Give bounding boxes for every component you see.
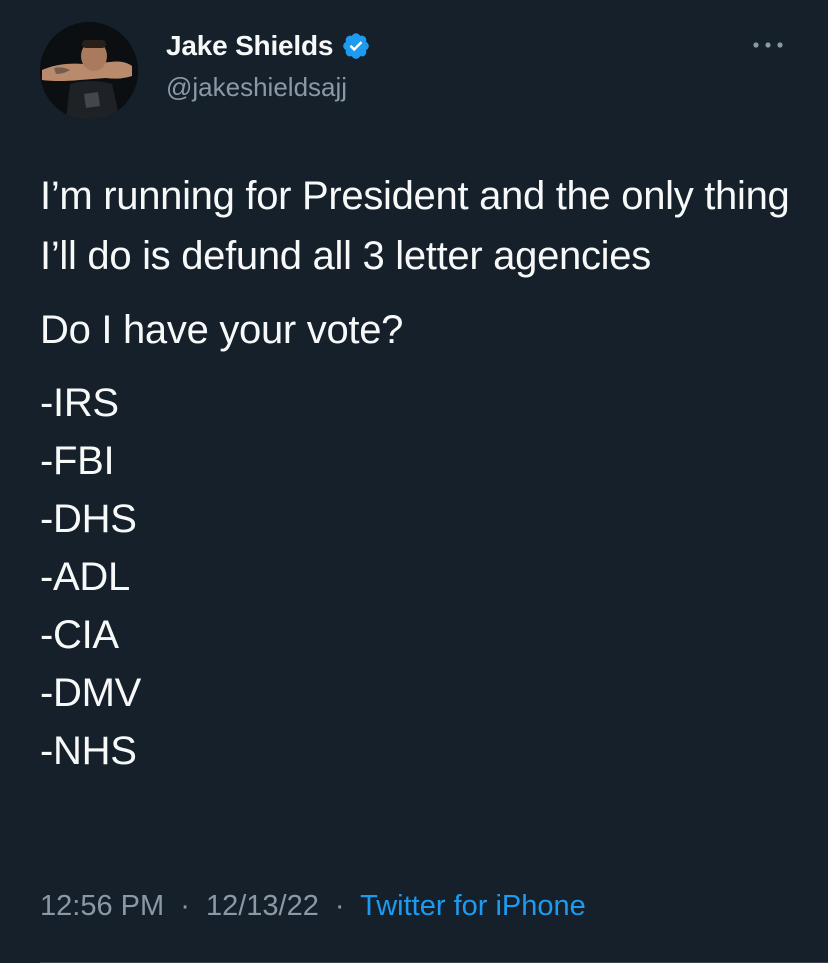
author-name-row[interactable]: Jake Shields bbox=[166, 28, 371, 64]
list-item: -DMV bbox=[40, 671, 142, 715]
separator-dot: · bbox=[334, 890, 345, 922]
list-item: -ADL bbox=[40, 555, 130, 599]
list-item: -IRS bbox=[40, 381, 119, 425]
tweet-text: I’m running for President and the only t… bbox=[40, 166, 800, 780]
list-item: -FBI bbox=[40, 439, 115, 483]
tweet-date[interactable]: 12/13/22 bbox=[206, 890, 319, 922]
author-handle[interactable]: @jakeshieldsajj bbox=[166, 72, 347, 103]
tweet-time[interactable]: 12:56 PM bbox=[40, 890, 164, 922]
tweet-paragraph: Do I have your vote? bbox=[40, 308, 404, 352]
avatar[interactable] bbox=[40, 22, 138, 120]
agency-list: -IRS -FBI -DHS -ADL -CIA -DMV -NHS bbox=[40, 374, 800, 780]
more-horizontal-icon bbox=[753, 42, 783, 48]
tweet-source-link[interactable]: Twitter for iPhone bbox=[360, 890, 586, 922]
tweet-card: Jake Shields @jakeshieldsajj I’m running… bbox=[0, 0, 828, 963]
separator-dot: · bbox=[180, 890, 190, 922]
profile-photo-icon bbox=[40, 22, 138, 120]
list-item: -DHS bbox=[40, 497, 137, 541]
verified-badge-icon bbox=[341, 31, 371, 61]
tweet-metadata: 12:56 PM · 12/13/22 · Twitter for iPhone bbox=[40, 890, 586, 923]
list-item: -CIA bbox=[40, 613, 119, 657]
list-item: -NHS bbox=[40, 729, 137, 773]
display-name[interactable]: Jake Shields bbox=[166, 30, 333, 62]
more-options-button[interactable] bbox=[748, 30, 788, 60]
tweet-paragraph: I’m running for President and the only t… bbox=[40, 174, 790, 278]
